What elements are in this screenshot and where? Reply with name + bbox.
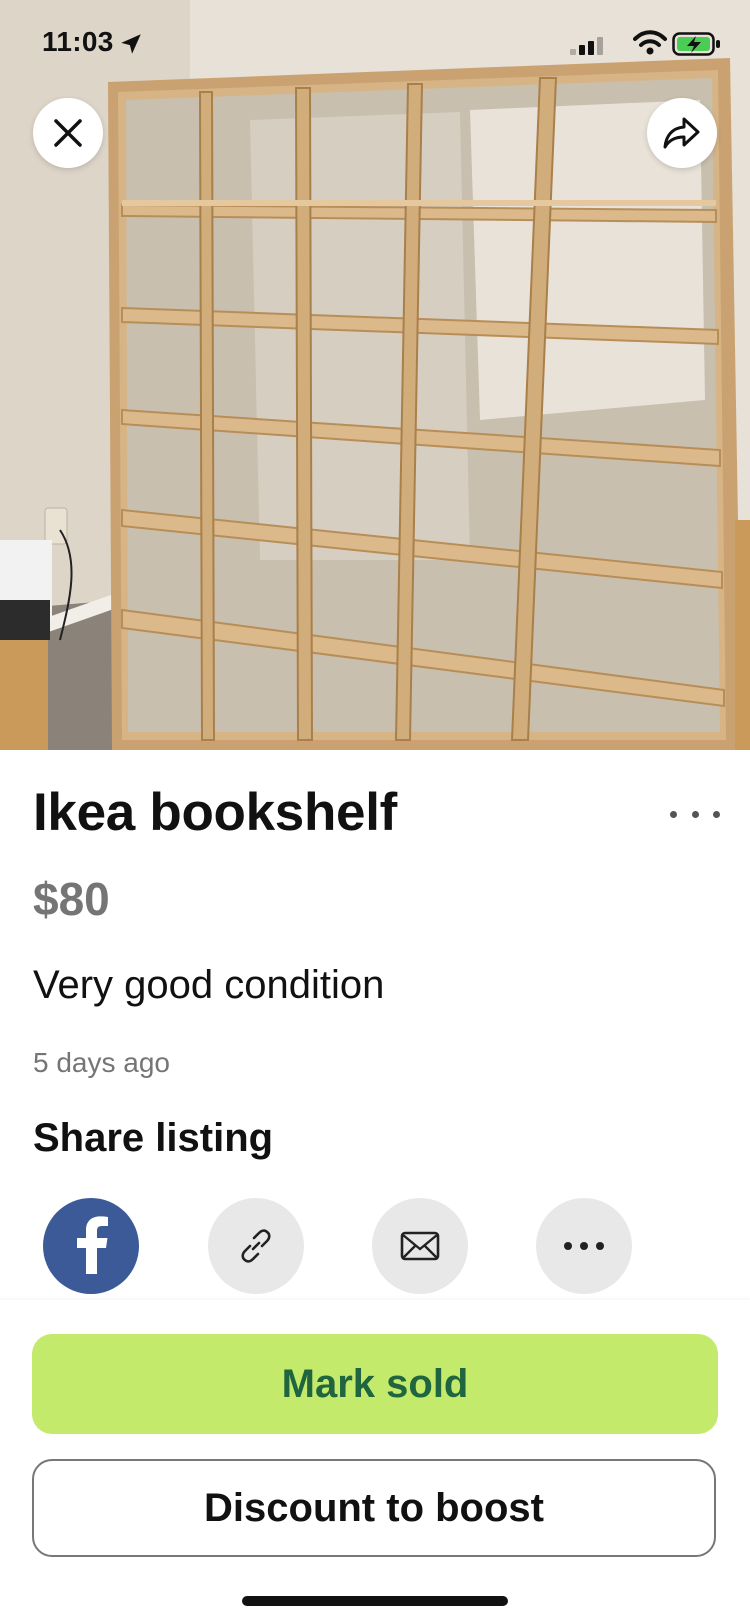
- share-arrow-icon: [663, 117, 700, 149]
- share-email-button[interactable]: [372, 1198, 468, 1294]
- battery-charging-icon: [672, 32, 720, 56]
- more-options-button[interactable]: [670, 800, 720, 828]
- discount-to-boost-button[interactable]: Discount to boost: [32, 1459, 716, 1557]
- share-options: [43, 1198, 643, 1294]
- bookshelf-photo: [0, 0, 750, 750]
- share-heading: Share listing: [33, 1116, 274, 1160]
- posted-time: 5 days ago: [33, 1047, 170, 1078]
- facebook-icon: [77, 1216, 108, 1274]
- listing-price: $80: [33, 873, 110, 925]
- status-bar: 11:03: [0, 0, 750, 90]
- listing-description: Very good condition: [33, 963, 385, 1007]
- close-button[interactable]: [33, 98, 103, 168]
- mark-sold-button[interactable]: Mark sold: [32, 1334, 718, 1434]
- share-more-button[interactable]: [536, 1198, 632, 1294]
- home-indicator[interactable]: [242, 1596, 508, 1606]
- status-time: 11:03: [42, 26, 114, 57]
- share-facebook-button[interactable]: [43, 1198, 139, 1294]
- more-horizontal-icon: [560, 1242, 608, 1250]
- wifi-icon: [633, 30, 667, 55]
- share-button[interactable]: [647, 98, 717, 168]
- location-arrow-icon: [121, 34, 141, 54]
- share-copy-link-button[interactable]: [208, 1198, 304, 1294]
- link-icon: [241, 1229, 271, 1263]
- listing-title: Ikea bookshelf: [33, 783, 397, 842]
- ellipsis-icon: [670, 810, 677, 818]
- cellular-signal-icon: [570, 37, 603, 55]
- mail-icon: [400, 1231, 440, 1261]
- listing-photo[interactable]: 11:03: [0, 0, 750, 750]
- close-icon: [54, 119, 82, 147]
